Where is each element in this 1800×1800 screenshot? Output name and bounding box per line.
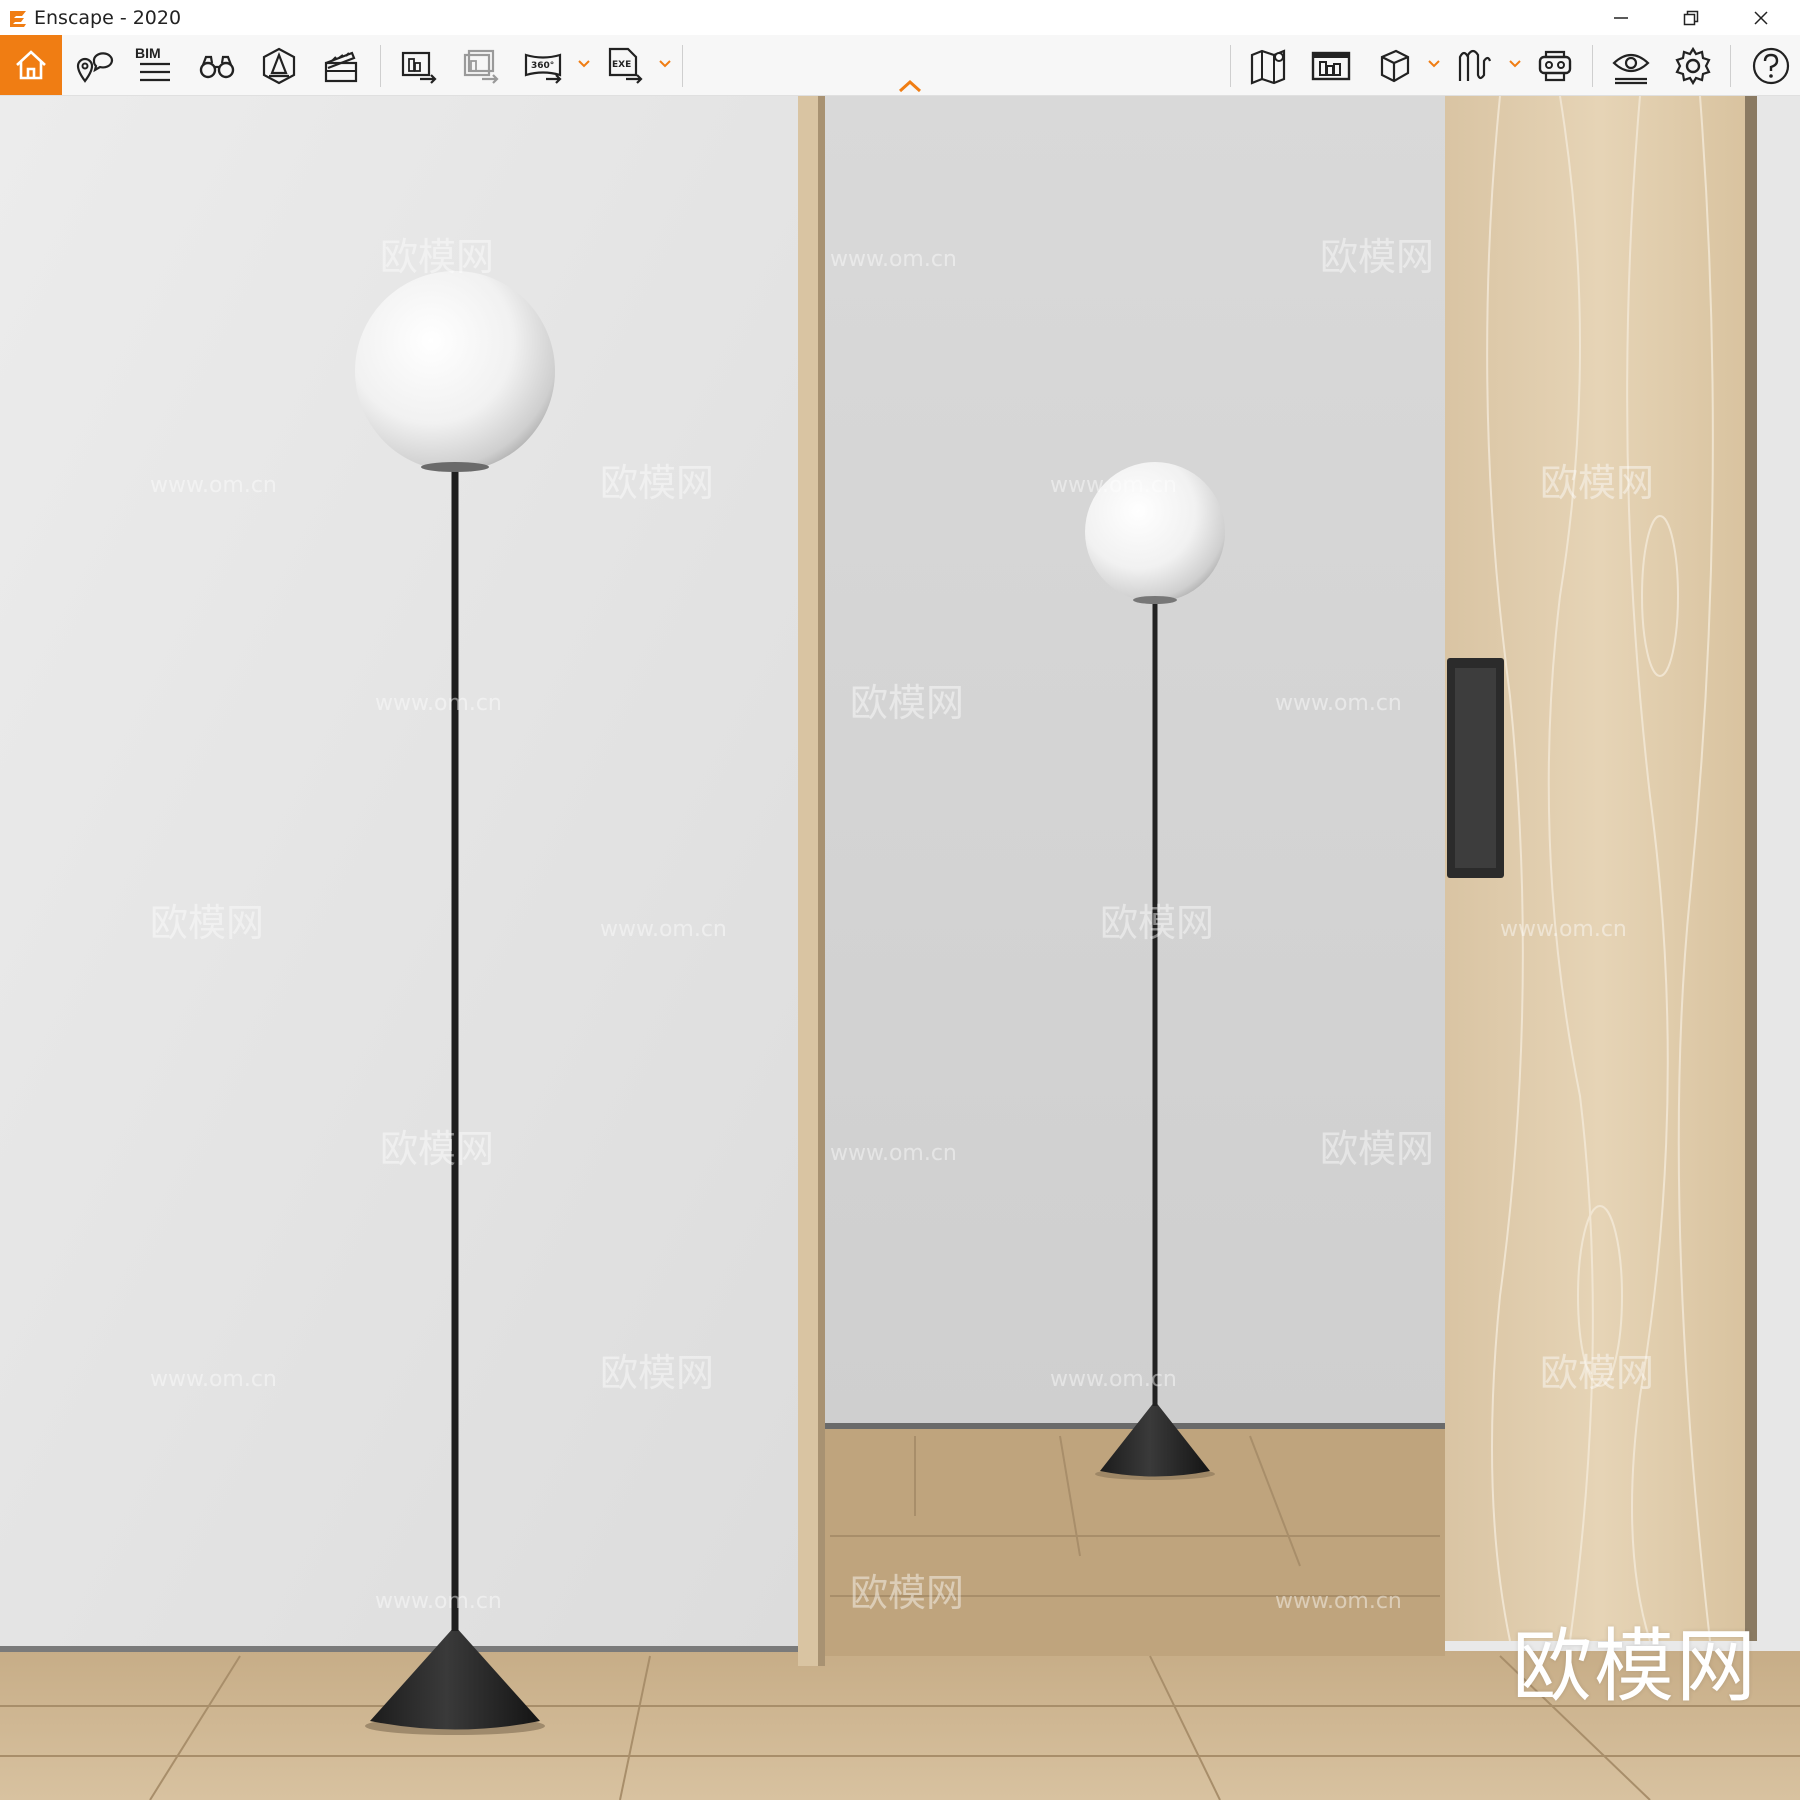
- close-icon: [1754, 10, 1768, 25]
- restore-button[interactable]: [1660, 0, 1722, 35]
- exe-dropdown-arrow[interactable]: [658, 57, 672, 71]
- export-image-icon: [401, 51, 437, 84]
- restore-icon: [1683, 10, 1699, 25]
- watermark-url: www.om.cn: [600, 917, 727, 942]
- toolbar-divider: [1592, 45, 1593, 87]
- vr-headset-button[interactable]: [1530, 41, 1580, 91]
- shadows-icon: [1458, 49, 1492, 81]
- toolbar-divider: [380, 45, 381, 87]
- chevron-down-icon: [578, 60, 590, 68]
- help-button[interactable]: [1746, 41, 1796, 91]
- cube-view-button[interactable]: [1370, 41, 1420, 91]
- home-icon: [16, 50, 46, 80]
- chevron-down-icon: [659, 60, 671, 68]
- watermark-url: www.om.cn: [1050, 473, 1177, 498]
- eye-icon: [1612, 53, 1650, 85]
- watermark-text: 欧模网: [1320, 235, 1434, 279]
- bim-label: BIM: [135, 45, 161, 61]
- watermark-text: 欧模网: [150, 901, 264, 945]
- chevron-down-icon: [1509, 60, 1521, 68]
- watermark-text: 欧模网: [1100, 901, 1214, 945]
- minimize-button[interactable]: [1590, 0, 1652, 35]
- vr-headset-icon: [1538, 50, 1572, 82]
- map-icon: [1250, 49, 1286, 85]
- view-settings-button[interactable]: [1606, 41, 1656, 91]
- minimize-icon: [1614, 16, 1628, 19]
- shadows-button[interactable]: [1450, 41, 1500, 91]
- watermark-text: 欧模网: [380, 1127, 494, 1171]
- exe-label: EXE: [612, 60, 631, 70]
- collapse-toolbar-toggle[interactable]: [895, 76, 925, 96]
- brand-watermark: 欧模网: [1512, 1620, 1758, 1713]
- binoculars-button[interactable]: [192, 41, 242, 91]
- watermark-url: www.om.cn: [150, 473, 277, 498]
- building-view-button[interactable]: [1306, 41, 1356, 91]
- batch-export-button[interactable]: [456, 41, 506, 91]
- panorama-360-icon: 360°: [524, 53, 562, 84]
- alert-cone-button[interactable]: [254, 41, 304, 91]
- watermark-url: www.om.cn: [1500, 917, 1627, 942]
- binoculars-icon: [199, 55, 235, 79]
- watermark-text: 欧模网: [1540, 461, 1654, 505]
- title-bar: Enscape - 2020: [0, 0, 1800, 35]
- cube-icon: [1380, 49, 1410, 83]
- watermark-url: www.om.cn: [375, 1589, 502, 1614]
- watermark-url: www.om.cn: [150, 1367, 277, 1392]
- home-button[interactable]: [0, 35, 62, 95]
- watermark-url: www.om.cn: [1050, 1367, 1177, 1392]
- close-button[interactable]: [1730, 0, 1792, 35]
- chevron-down-icon: [1428, 60, 1440, 68]
- watermark-url: www.om.cn: [830, 247, 957, 272]
- toolbar-divider: [1730, 45, 1731, 87]
- help-icon: [1752, 47, 1790, 85]
- watermark-url: www.om.cn: [1275, 1589, 1402, 1614]
- watermark-text: 欧模网: [1320, 1127, 1434, 1171]
- exe-export-button[interactable]: EXE: [600, 41, 650, 91]
- watermark-text: 欧模网: [600, 1351, 714, 1395]
- toolbar-divider: [1230, 45, 1231, 87]
- watermark-url: www.om.cn: [830, 1141, 957, 1166]
- map-button[interactable]: [1244, 41, 1294, 91]
- shadows-dropdown-arrow[interactable]: [1508, 57, 1522, 71]
- watermark-text: 欧模网: [1540, 1351, 1654, 1395]
- settings-button[interactable]: [1668, 41, 1718, 91]
- location-chat-button[interactable]: [68, 41, 118, 91]
- clapperboard-icon: [324, 51, 358, 83]
- toolbar-divider: [682, 45, 683, 87]
- location-chat-icon: [76, 52, 114, 83]
- watermark-text: 欧模网: [850, 681, 964, 725]
- render-viewport[interactable]: 欧模网 欧模网 欧模网 欧模网 欧模网 欧模网 欧模网 欧模网 欧模网 欧模网 …: [0, 96, 1800, 1800]
- export-batch-icon: [463, 49, 499, 84]
- cube-dropdown-arrow[interactable]: [1427, 57, 1441, 71]
- chevron-up-icon: [898, 79, 922, 93]
- export-image-button[interactable]: [394, 41, 444, 91]
- enscape-logo-icon: [8, 7, 28, 29]
- watermark-text: 欧模网: [380, 235, 494, 279]
- watermark-url: www.om.cn: [1275, 691, 1402, 716]
- gear-icon: [1675, 46, 1711, 86]
- watermark-text: 欧模网: [850, 1571, 964, 1615]
- video-editor-button[interactable]: [316, 41, 366, 91]
- exe-export-icon: EXE: [608, 47, 643, 84]
- panorama-dropdown-arrow[interactable]: [577, 57, 591, 71]
- watermark-text: 欧模网: [600, 461, 714, 505]
- watermark-url: www.om.cn: [375, 691, 502, 716]
- building-icon: [1311, 51, 1351, 81]
- panorama-360-label: 360°: [531, 61, 554, 71]
- render-scene: 欧模网 欧模网 欧模网 欧模网 欧模网 欧模网 欧模网 欧模网 欧模网 欧模网 …: [0, 96, 1800, 1800]
- alert-cone-icon: [262, 47, 296, 85]
- window-title: Enscape - 2020: [34, 6, 182, 29]
- panorama-360-button[interactable]: 360°: [518, 41, 568, 91]
